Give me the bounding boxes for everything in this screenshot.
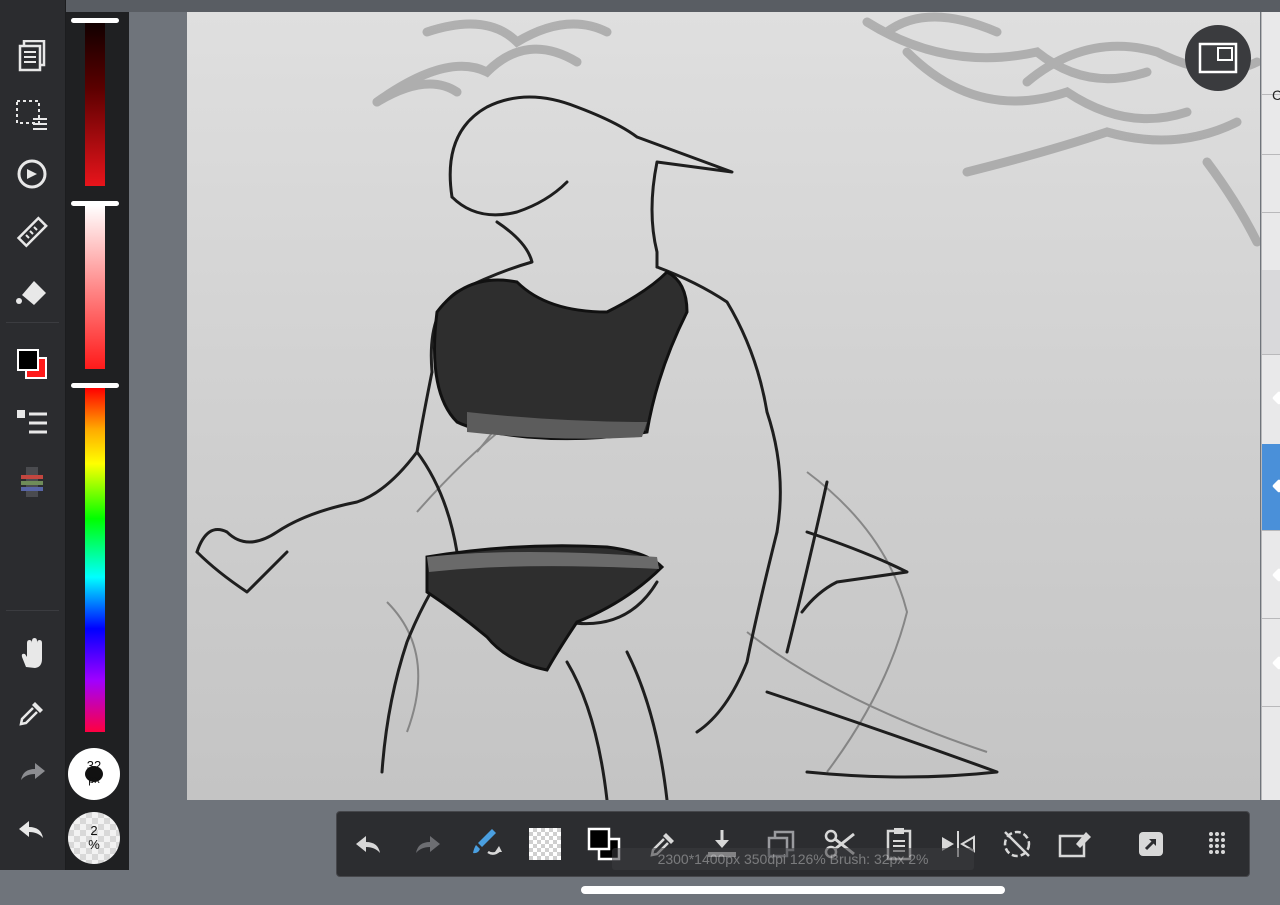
redo-icon[interactable] [405,822,449,866]
opacity-unit: % [88,837,100,852]
transform-icon[interactable] [10,152,54,196]
eyedropper-icon[interactable] [10,691,54,735]
sketch-artwork [195,12,1260,800]
drawing-canvas[interactable] [187,12,1260,800]
layer-slot[interactable] [1262,212,1280,271]
top-strip [65,0,1280,12]
saturation-slider-handle[interactable] [71,201,119,206]
hue-slider-handle[interactable] [71,383,119,388]
home-indicator[interactable] [581,886,1005,894]
grid-menu-icon[interactable] [1195,822,1239,866]
canvas-status-text: 2300*1400px 350dpi 126% Brush: 32px 2% [612,848,974,870]
hue-slider[interactable] [85,388,105,732]
redo-icon[interactable] [10,750,54,794]
fill-bucket-icon[interactable] [10,270,54,314]
layer-slot[interactable] [1262,12,1280,95]
undo-icon[interactable] [347,822,391,866]
layer-strip[interactable]: C [1261,12,1280,800]
brush-size-unit: px [88,774,100,786]
layer-slot[interactable] [1262,94,1280,155]
color-slider-column: 32 px 2 % [66,12,129,870]
layer-slot[interactable] [1262,270,1280,355]
brightness-slider[interactable] [85,22,105,186]
left-toolbar [0,0,66,870]
rotate-off-icon[interactable] [995,822,1039,866]
hand-icon[interactable] [10,632,54,676]
material-icon[interactable] [10,460,54,504]
layer-menu-icon[interactable] [10,34,54,78]
window-icon [1198,42,1238,74]
ruler-icon[interactable] [10,211,54,255]
saturation-slider[interactable] [85,205,105,369]
export-icon[interactable] [1129,822,1173,866]
brush-size-button[interactable]: 32 px [68,748,120,800]
layer-visibility-icon[interactable] [1271,390,1280,406]
color-swatch-icon[interactable] [10,342,54,386]
opacity-button[interactable]: 2 % [68,812,120,864]
brightness-slider-handle[interactable] [71,18,119,23]
eraser-box-icon[interactable] [1054,822,1098,866]
transparent-icon[interactable] [523,822,567,866]
opacity-value: 2 [90,823,98,838]
layer-list-icon[interactable] [10,401,54,445]
view-toggle-button[interactable] [1185,25,1251,91]
undo-icon[interactable] [10,808,54,852]
selection-icon[interactable] [10,93,54,137]
brush-size-value: 32 [86,758,102,773]
layer-slot[interactable] [1262,154,1280,213]
brush-tool-icon[interactable] [464,822,508,866]
